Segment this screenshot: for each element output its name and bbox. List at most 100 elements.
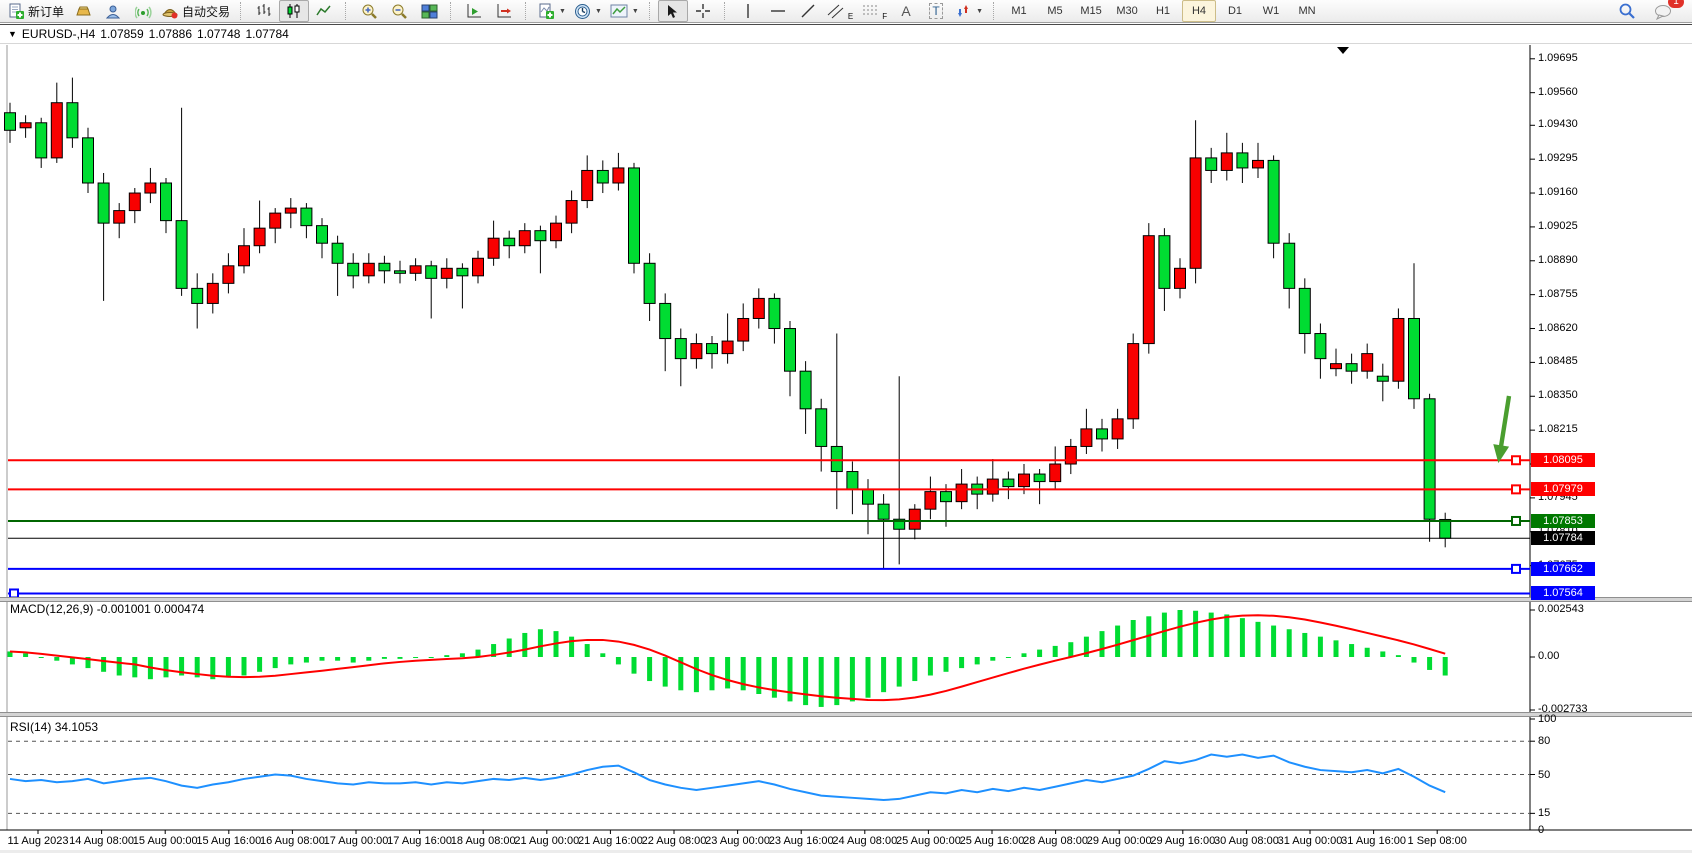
macd-histogram-bar [1178, 610, 1183, 657]
price-chart-canvas[interactable] [0, 45, 1692, 853]
text-label-button[interactable]: T [921, 0, 951, 22]
toolbar-separator [724, 2, 729, 20]
macd-histogram-bar [897, 657, 902, 687]
clock-icon [574, 3, 591, 20]
horizontal-line-button[interactable] [763, 0, 793, 22]
notifications-button[interactable]: 1 [1648, 0, 1678, 22]
trading-terminal-window: 新订单 自动交易 [0, 0, 1692, 853]
cursor-button[interactable] [658, 0, 688, 22]
ohlc-close: 1.07784 [245, 27, 288, 41]
text-button[interactable]: A [891, 0, 921, 22]
candle-body [1112, 419, 1123, 439]
chart-window-header: ▼ EURUSD-,H4 1.07859 1.07886 1.07748 1.0… [0, 24, 1692, 44]
macd-histogram-bar [242, 657, 247, 676]
candle-body [956, 484, 967, 502]
macd-histogram-bar [1380, 651, 1385, 657]
toolbar-separator [240, 2, 245, 20]
candle-body [441, 268, 452, 278]
date-label: 31 Aug 16:00 [1341, 835, 1406, 847]
macd-histogram-bar [585, 644, 590, 657]
date-label: 18 Aug 08:00 [451, 835, 516, 847]
quotes-button[interactable] [68, 0, 98, 22]
price-tick-label: 1.08215 [1538, 423, 1578, 435]
zoom-in-button[interactable] [354, 0, 384, 22]
candle-body [769, 298, 780, 328]
tab-timeframe-h4[interactable]: H4 [1182, 0, 1216, 22]
price-tick-label: 1.08620 [1538, 322, 1578, 334]
tab-timeframe-mn[interactable]: MN [1290, 0, 1324, 22]
price-tick-label: 1.08890 [1538, 254, 1578, 266]
down-arrow-annotation[interactable] [1490, 395, 1516, 465]
panel-splitter-macd[interactable] [0, 597, 1692, 602]
macd-histogram-bar [132, 657, 137, 677]
tab-timeframe-d1[interactable]: D1 [1218, 0, 1252, 22]
macd-histogram-bar [382, 657, 387, 659]
price-tick-label: 1.09295 [1538, 152, 1578, 164]
macd-histogram-bar [881, 657, 886, 692]
arrows-button[interactable]: ▼ [951, 0, 987, 22]
macd-histogram-bar [335, 657, 340, 661]
chart-shift-button[interactable] [489, 0, 519, 22]
candle-body [1159, 236, 1170, 289]
equidistant-channel-button[interactable]: E [823, 0, 857, 22]
indicators-button[interactable]: ▼ [606, 0, 643, 22]
crosshair-icon [695, 3, 711, 19]
collapse-triangle-icon[interactable]: ▼ [8, 29, 17, 39]
trendline-button[interactable] [793, 0, 823, 22]
candle-body [145, 183, 156, 193]
navigator-button[interactable] [98, 0, 128, 22]
macd-histogram-bar [1365, 648, 1370, 657]
tab-timeframe-m15[interactable]: M15 [1074, 0, 1108, 22]
bar-chart-button[interactable] [249, 0, 279, 22]
auto-trading-button[interactable]: 自动交易 [158, 0, 234, 22]
candle-body [176, 221, 187, 289]
tab-timeframe-m30[interactable]: M30 [1110, 0, 1144, 22]
candlestick-chart-button[interactable] [279, 0, 309, 22]
candle-body [582, 170, 593, 200]
level-line-handle[interactable] [1512, 565, 1520, 573]
new-order-button[interactable]: 新订单 [4, 0, 68, 22]
new-order-icon [8, 3, 25, 20]
chevron-down-icon: ▼ [595, 8, 602, 15]
zoom-out-button[interactable] [384, 0, 414, 22]
line-chart-button[interactable] [309, 0, 339, 22]
candle-body [551, 223, 562, 241]
macd-histogram-bar [959, 657, 964, 668]
candle-body [36, 123, 47, 158]
macd-histogram-bar [694, 657, 699, 692]
candle-body [738, 318, 749, 341]
auto-scroll-button[interactable] [459, 0, 489, 22]
chart-area[interactable]: MACD(12,26,9) -0.001001 0.000474 RSI(14)… [0, 45, 1692, 853]
candle-body [987, 479, 998, 494]
candle-body [1315, 334, 1326, 359]
crosshair-button[interactable] [688, 0, 718, 22]
candle-body [1221, 153, 1232, 171]
tab-timeframe-m5[interactable]: M5 [1038, 0, 1072, 22]
candle-body [1346, 364, 1357, 372]
tab-timeframe-h1[interactable]: H1 [1146, 0, 1180, 22]
macd-histogram-bar [429, 657, 434, 658]
date-label: 14 Aug 08:00 [69, 835, 134, 847]
auto-trading-label: 自动交易 [182, 3, 230, 20]
level-line-handle[interactable] [1512, 456, 1520, 464]
fibonacci-button[interactable]: F [857, 0, 891, 22]
level-line-handle[interactable] [1512, 485, 1520, 493]
candle-body [1377, 376, 1388, 381]
new-template-button[interactable]: ▼ [534, 0, 570, 22]
panel-splitter-rsi[interactable] [0, 712, 1692, 717]
period-button[interactable]: ▼ [570, 0, 606, 22]
macd-histogram-bar [850, 657, 855, 701]
candle-body [1362, 354, 1373, 372]
signals-button[interactable] [128, 0, 158, 22]
chart-shift-marker[interactable] [1337, 47, 1349, 54]
tab-timeframe-m1[interactable]: M1 [1002, 0, 1036, 22]
vertical-line-button[interactable] [733, 0, 763, 22]
search-button[interactable] [1612, 0, 1642, 22]
level-line-handle[interactable] [1512, 517, 1520, 525]
candle-body [83, 138, 94, 183]
macd-histogram-bar [1349, 644, 1354, 657]
tab-timeframe-w1[interactable]: W1 [1254, 0, 1288, 22]
macd-histogram-bar [288, 657, 293, 664]
tile-windows-button[interactable] [414, 0, 444, 22]
price-line-label: 1.08095 [1531, 453, 1595, 467]
